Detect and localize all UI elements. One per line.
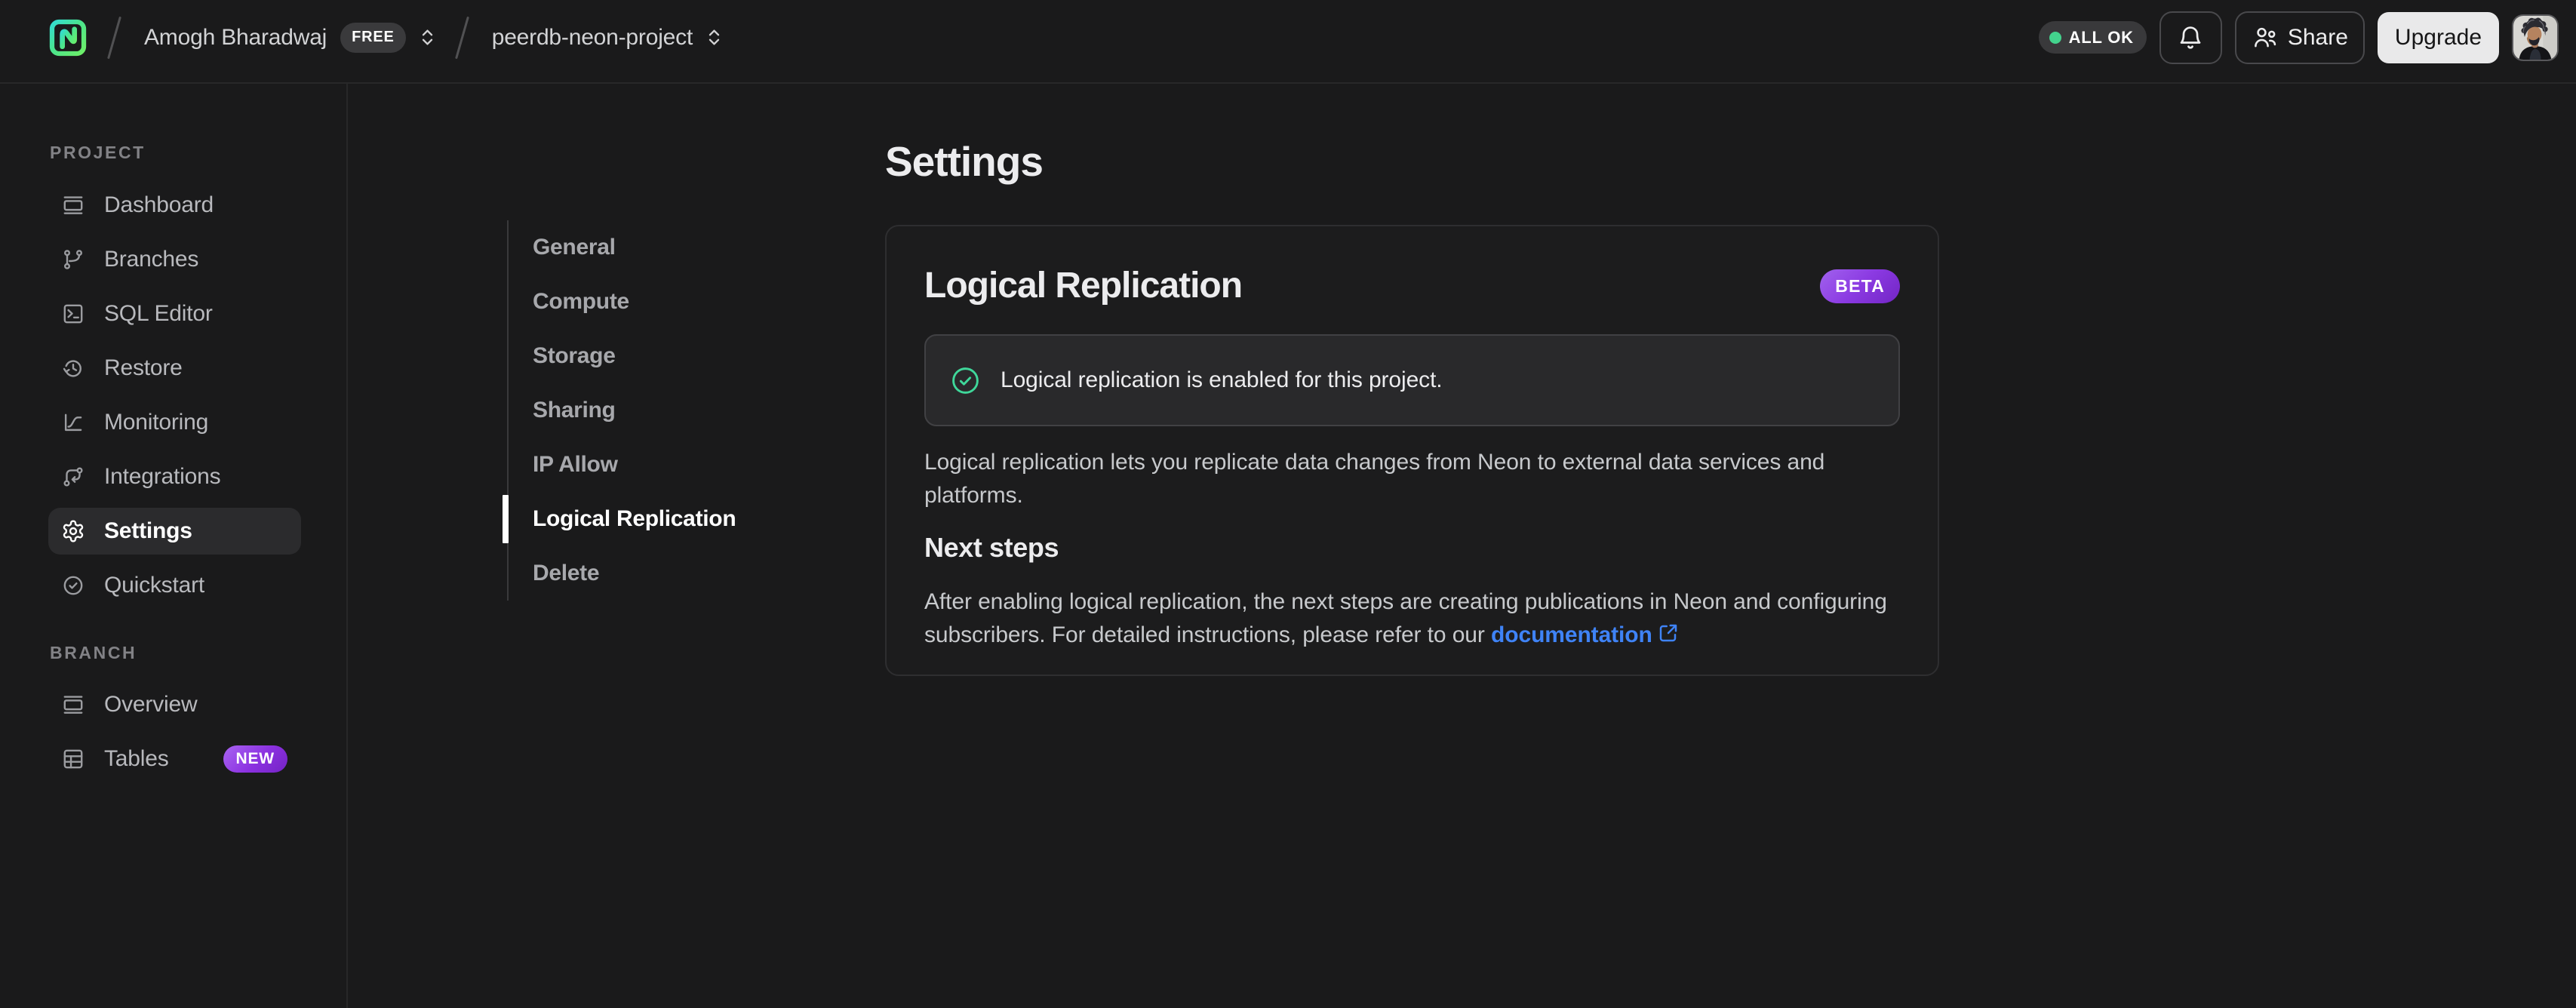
main-content: General Compute Storage Sharing IP Allow… — [348, 84, 2576, 1008]
sidebar-section-branch: BRANCH — [50, 643, 137, 662]
banner-text: Logical replication is enabled for this … — [1001, 367, 1443, 392]
subnav-item-compute[interactable]: Compute — [509, 275, 725, 329]
integrations-icon — [63, 467, 83, 487]
logical-replication-card: Logical Replication BETA Logical replica… — [885, 225, 1939, 676]
neon-console-app: Amogh Bharadwaj FREE peerdb-neon-project… — [0, 0, 2576, 1008]
beta-badge: BETA — [1820, 269, 1900, 303]
plan-badge: FREE — [340, 22, 406, 53]
branches-icon — [64, 250, 82, 269]
sidebar-item-settings[interactable]: Settings — [48, 508, 301, 555]
topbar: Amogh Bharadwaj FREE peerdb-neon-project… — [0, 0, 2576, 84]
upgrade-button[interactable]: Upgrade — [2377, 11, 2499, 63]
avatar[interactable] — [2512, 14, 2559, 61]
sidebar-section-project: PROJECT — [50, 143, 146, 162]
next-steps-text: After enabling logical replication, the … — [924, 589, 1887, 647]
new-badge: NEW — [223, 745, 287, 773]
sql-editor-icon — [63, 304, 83, 324]
tables-icon — [63, 749, 83, 769]
project-name: peerdb-neon-project — [491, 24, 693, 50]
settings-content: Settings Logical Replication BETA Logica… — [885, 84, 1939, 676]
external-link-icon — [1659, 624, 1677, 642]
sidebar-item-restore[interactable]: Restore — [48, 345, 301, 392]
sidebar-item-integrations[interactable]: Integrations — [48, 453, 301, 500]
share-button[interactable]: Share — [2234, 11, 2365, 64]
bell-icon — [2180, 26, 2201, 49]
neon-logo[interactable] — [48, 18, 88, 57]
notifications-button[interactable] — [2159, 11, 2222, 64]
next-steps-title: Next steps — [924, 532, 1059, 563]
dashboard-icon — [63, 196, 83, 214]
page-title: Settings — [885, 138, 1044, 185]
restore-icon — [63, 360, 81, 377]
project-breadcrumb[interactable]: peerdb-neon-project — [492, 25, 722, 51]
subnav-item-delete[interactable]: Delete — [509, 546, 725, 601]
quickstart-icon — [63, 576, 83, 595]
share-users-icon — [2254, 27, 2276, 47]
overview-icon — [63, 696, 83, 714]
sidebar-item-quickstart[interactable]: Quickstart — [48, 562, 301, 609]
share-label: Share — [2287, 24, 2348, 50]
sidebar-item-overview[interactable]: Overview — [48, 681, 301, 728]
documentation-link[interactable]: documentation — [1491, 622, 1652, 647]
status-pill[interactable]: ALL OK — [2038, 21, 2147, 54]
card-description: Logical replication lets you replicate d… — [924, 450, 1825, 508]
sidebar-item-monitoring[interactable]: Monitoring — [48, 399, 301, 446]
chevron-up-down-icon — [422, 29, 432, 45]
subnav-item-sharing[interactable]: Sharing — [509, 383, 725, 438]
breadcrumb-slash — [107, 16, 121, 59]
subnav-item-general[interactable]: General — [509, 220, 725, 275]
settings-gear-icon — [63, 520, 84, 542]
check-circle-icon — [952, 367, 979, 394]
settings-subnav: General Compute Storage Sharing IP Allow… — [503, 220, 736, 601]
chevron-up-down-icon — [709, 29, 720, 45]
subnav-item-logical-replication[interactable]: Logical Replication — [503, 492, 736, 546]
sidebar-item-sql-editor[interactable]: SQL Editor — [48, 290, 301, 337]
sidebar-item-dashboard[interactable]: Dashboard — [48, 182, 301, 229]
sidebar-item-branches[interactable]: Branches — [48, 236, 301, 283]
breadcrumb-slash — [454, 16, 469, 59]
org-name: Amogh Bharadwaj — [144, 24, 327, 50]
sidebar-item-tables[interactable]: Tables NEW — [48, 736, 301, 782]
status-ok-dot — [2049, 31, 2061, 44]
topbar-actions: ALL OK Share Upgrade — [2038, 11, 2559, 64]
success-banner: Logical replication is enabled for this … — [924, 334, 1900, 426]
sidebar: PROJECT Dashboard Branches SQL Editor Re… — [0, 84, 348, 1008]
org-breadcrumb[interactable]: Amogh Bharadwaj FREE — [144, 22, 435, 53]
subnav-item-ip-allow[interactable]: IP Allow — [509, 438, 725, 492]
card-title: Logical Replication — [924, 266, 1243, 306]
monitoring-icon — [64, 413, 82, 432]
subnav-item-storage[interactable]: Storage — [509, 329, 725, 383]
status-label: ALL OK — [2068, 27, 2134, 47]
shell: PROJECT Dashboard Branches SQL Editor Re… — [0, 84, 2576, 1008]
